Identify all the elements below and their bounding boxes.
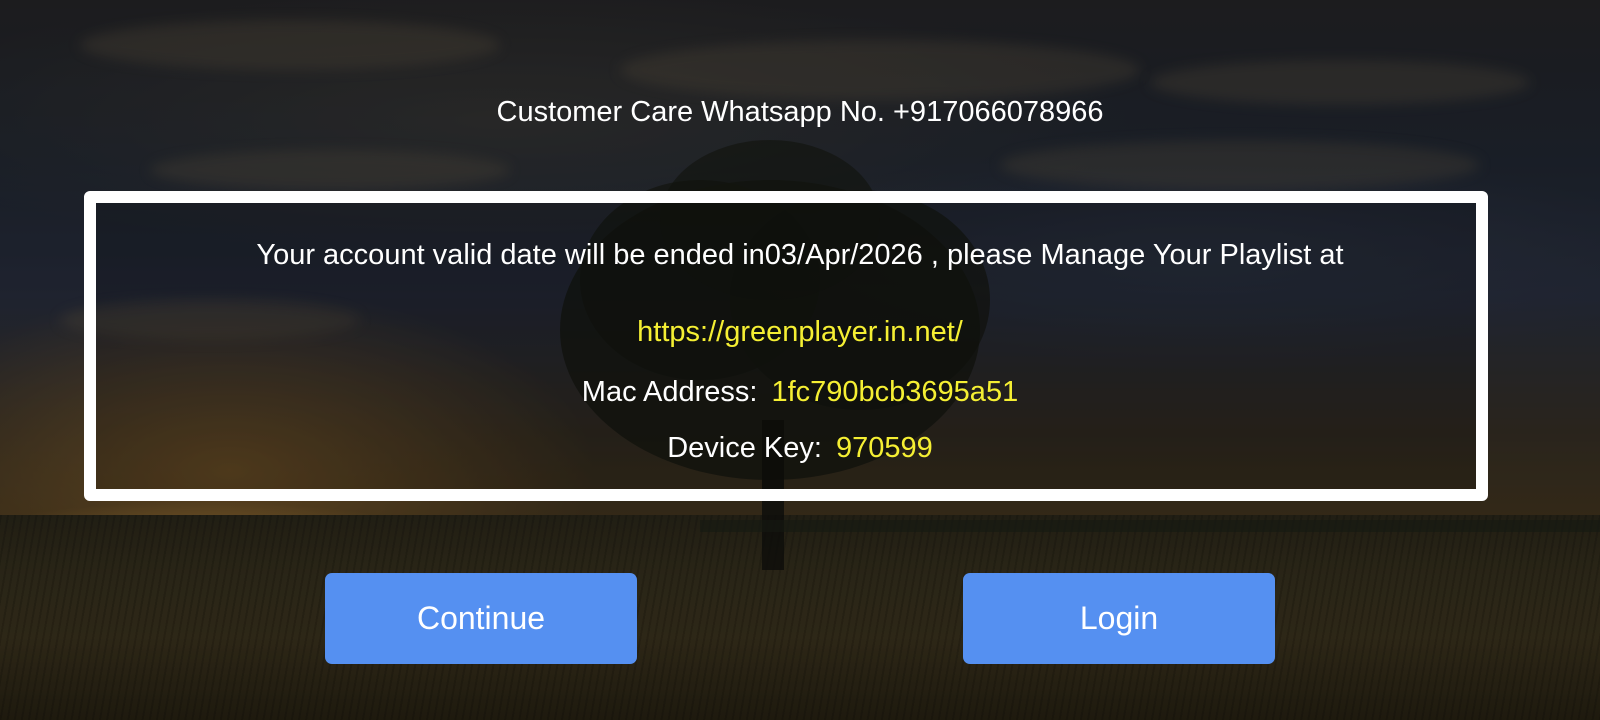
mac-address-value: 1fc790bcb3695a51: [771, 376, 1019, 408]
expiry-message: Your account valid date will be ended in…: [256, 239, 1344, 271]
activation-screen: Customer Care Whatsapp No. +917066078966…: [0, 0, 1600, 720]
continue-button[interactable]: Continue: [325, 573, 637, 664]
device-key-label: Device Key:: [667, 432, 822, 464]
customer-care-text: Customer Care Whatsapp No. +917066078966: [496, 96, 1104, 128]
login-button[interactable]: Login: [963, 573, 1275, 664]
device-key-value: 970599: [835, 432, 933, 464]
mac-address-label: Mac Address:: [581, 376, 758, 408]
playlist-url-link[interactable]: https://greenplayer.in.net/: [0, 316, 1600, 349]
mac-address-row: Mac Address: 1fc790bcb3695a51: [0, 376, 1600, 409]
device-key-row: Device Key: 970599: [0, 432, 1600, 465]
